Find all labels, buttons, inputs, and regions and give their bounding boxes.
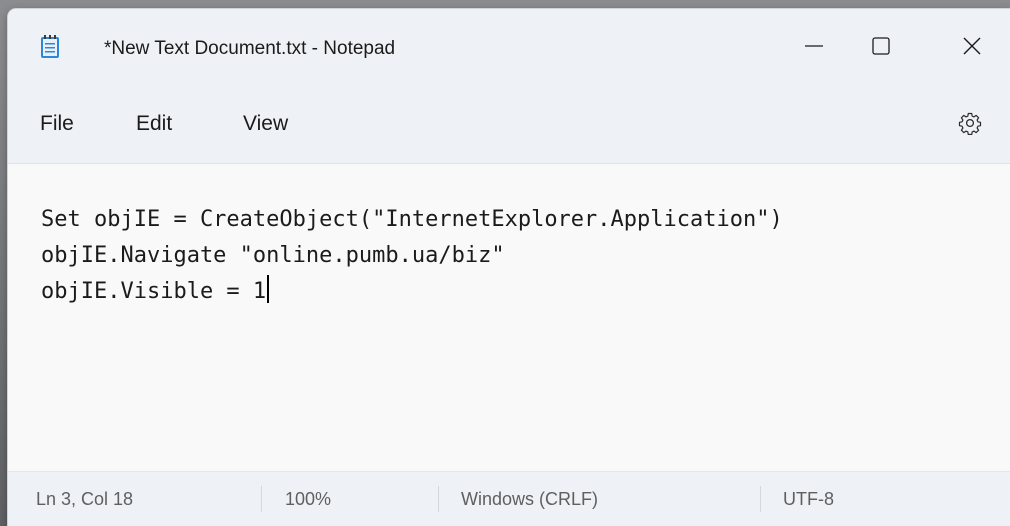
close-icon [963, 37, 981, 55]
notepad-window: *New Text Document.txt - Notepad File Ed… [8, 9, 1010, 526]
document-content[interactable]: Set objIE = CreateObject("InternetExplor… [41, 202, 783, 310]
status-divider [261, 486, 262, 512]
text-caret [267, 275, 269, 303]
maximize-button[interactable] [851, 23, 911, 69]
status-bar: Ln 3, Col 18 100% Windows (CRLF) UTF-8 [8, 471, 1010, 526]
gear-icon [958, 112, 982, 136]
menu-bar: File Edit View [8, 81, 1010, 164]
notepad-icon [40, 35, 60, 59]
menu-view[interactable]: View [241, 108, 290, 140]
close-button[interactable] [942, 23, 1002, 69]
status-divider [438, 486, 439, 512]
text-editor[interactable]: Set objIE = CreateObject("InternetExplor… [8, 164, 1010, 471]
status-divider [760, 486, 761, 512]
settings-button[interactable] [958, 111, 982, 136]
encoding: UTF-8 [783, 489, 834, 509]
cursor-position: Ln 3, Col 18 [36, 489, 134, 509]
zoom-level: 100% [285, 489, 332, 509]
title-bar[interactable]: *New Text Document.txt - Notepad [8, 9, 1010, 81]
text-line-1: Set objIE = CreateObject("InternetExplor… [41, 207, 783, 232]
menu-file[interactable]: File [38, 108, 76, 140]
text-line-2: objIE.Navigate "online.pumb.ua/biz" [41, 243, 505, 268]
line-ending: Windows (CRLF) [461, 489, 599, 509]
minimize-button[interactable] [784, 23, 844, 69]
minimize-icon [805, 45, 823, 47]
text-line-3-wrapper: objIE.Visible = 1 [41, 274, 783, 310]
maximize-icon [872, 37, 890, 55]
menu-edit[interactable]: Edit [134, 108, 174, 140]
window-title: *New Text Document.txt - Notepad [104, 38, 396, 59]
text-line-3: objIE.Visible = 1 [41, 279, 267, 304]
